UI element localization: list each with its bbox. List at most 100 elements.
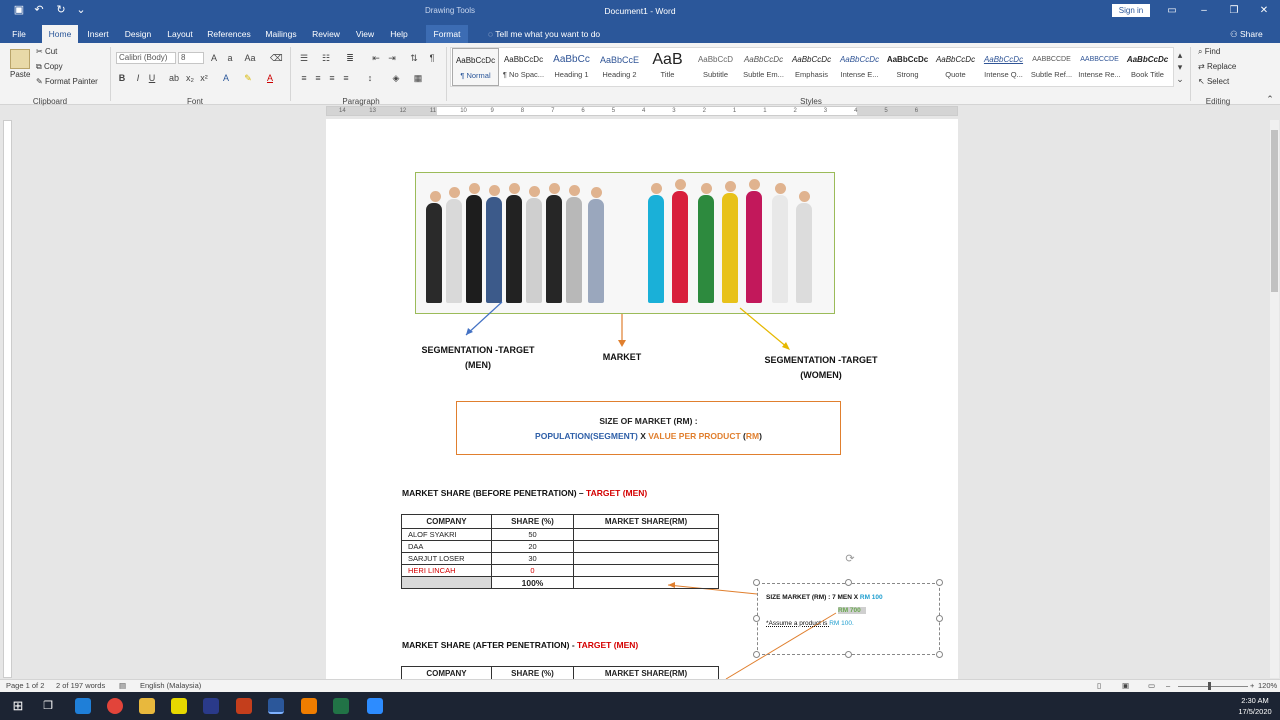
vlc-icon[interactable] [301,698,317,714]
task-view-icon[interactable]: ❐ [40,698,56,714]
table-row[interactable]: DAA 20 [401,540,719,553]
share-cell[interactable]: 20 [491,540,574,553]
collapse-ribbon-icon[interactable]: ⌃ [1264,93,1276,105]
ribbon-display-icon[interactable]: ▭ [1164,3,1180,19]
shrink-font-icon[interactable]: a [224,52,236,64]
gallery-down-icon[interactable]: ▾ [1174,61,1186,73]
market-share-after-table[interactable]: COMPANY SHARE (%) MARKET SHARE(RM) [401,666,719,679]
style-intense-reference[interactable]: AABBCCDE Intense Re... [1076,48,1123,86]
style-subtle-reference[interactable]: AABBCCDE Subtle Ref... [1028,48,1075,86]
company-cell[interactable]: HERI LINCAH [401,564,492,577]
market-share-table[interactable]: COMPANY SHARE (%) MARKET SHARE(RM) ALOF … [401,514,719,589]
pilcrow-icon[interactable]: ¶ [426,52,438,64]
resize-handle[interactable] [845,579,852,586]
multilevel-list-icon[interactable]: ≣ [344,52,356,64]
table-total-row[interactable]: 100% [401,576,719,589]
style-quote[interactable]: AaBbCcDc Quote [932,48,979,86]
tab-layout[interactable]: Layout [162,25,198,43]
tab-insert[interactable]: Insert [82,25,114,43]
justify-icon[interactable]: ≡ [340,72,352,84]
find-button[interactable]: ⌕ Find [1198,46,1220,58]
resize-handle[interactable] [936,615,943,622]
zoom-in-icon[interactable]: + [1250,680,1254,692]
table-row[interactable]: ALOF SYAKRI 50 [401,528,719,541]
style-book-title[interactable]: AaBbCcDc Book Title [1124,48,1171,86]
change-case-icon[interactable]: Aa [244,52,256,64]
market-share-cell[interactable] [573,552,719,565]
replace-button[interactable]: ⇄ Replace [1198,61,1236,73]
line-spacing-icon[interactable]: ↕ [364,72,376,84]
style-strong[interactable]: AaBbCcDc Strong [884,48,931,86]
align-center-icon[interactable]: ≡ [312,72,324,84]
web-layout-icon[interactable]: ▭ [1148,680,1155,692]
style-heading-2[interactable]: AaBbCcE Heading 2 [596,48,643,86]
text-effects-icon[interactable]: A [220,72,232,84]
gallery-more-icon[interactable]: ⌄ [1174,73,1186,85]
style-intense-emphasis[interactable]: AaBbCcDc Intense E... [836,48,883,86]
total-share-cell[interactable]: 100% [491,576,574,589]
tell-me-search[interactable]: ◌ Tell me what you want to do [488,25,600,43]
resize-handle[interactable] [753,579,760,586]
tab-help[interactable]: Help [386,25,412,43]
paste-button[interactable]: Paste [10,69,30,81]
customize-toolbar-icon[interactable]: ⌄ [74,3,88,17]
font-name-box[interactable]: Calibri (Body) [116,52,176,64]
vertical-ruler[interactable] [3,120,12,678]
align-right-icon[interactable]: ≡ [326,72,338,84]
zoom-slider-thumb[interactable] [1208,682,1211,690]
gallery-up-icon[interactable]: ▴ [1174,49,1186,61]
style-emphasis[interactable]: AaBbCcDc Emphasis [788,48,835,86]
excel-icon[interactable] [333,698,349,714]
share-cell[interactable]: 0 [491,564,574,577]
style-subtle-emphasis[interactable]: AaBbCcDc Subtle Em... [740,48,787,86]
document-page[interactable]: SEGMENTATION -TARGET (MEN) MARKET SEGMEN… [326,119,958,679]
tab-file[interactable]: File [6,25,32,43]
company-cell[interactable]: SARJUT LOSER [401,552,492,565]
share-button[interactable]: ⚇ Share [1230,25,1263,43]
strikethrough-icon[interactable]: ab [168,72,180,84]
save-icon[interactable]: ▣ [12,3,26,17]
grow-font-icon[interactable]: A [208,52,220,64]
tab-review[interactable]: Review [308,25,344,43]
font-color-icon[interactable]: A [264,72,276,84]
cut-button[interactable]: ✂ Cut [36,46,57,58]
share-cell[interactable]: 50 [491,528,574,541]
clear-formatting-icon[interactable]: ⌫ [270,52,283,64]
minimize-icon[interactable]: – [1196,3,1212,19]
notes-app-icon[interactable] [171,698,187,714]
total-market-share-cell[interactable] [573,576,719,589]
word-count[interactable]: 2 of 197 words [56,680,105,692]
language[interactable]: English (Malaysia) [140,680,201,692]
market-share-cell[interactable] [573,540,719,553]
word-icon[interactable] [268,698,284,714]
resize-handle[interactable] [753,615,760,622]
table-row[interactable]: SARJUT LOSER 30 [401,552,719,565]
windows-start-icon[interactable]: ⊞ [10,698,26,714]
tab-mailings[interactable]: Mailings [260,25,302,43]
style-normal[interactable]: AaBbCcDc ¶ Normal [452,48,499,86]
underline-icon[interactable]: U [146,72,158,84]
redo-icon[interactable]: ↻ [54,3,68,17]
powerpoint-icon[interactable] [236,698,252,714]
file-explorer-icon[interactable] [139,698,155,714]
share-cell[interactable]: 30 [491,552,574,565]
style-subtitle[interactable]: AaBbCcD Subtitle [692,48,739,86]
tab-format[interactable]: Format [426,25,468,43]
page-count[interactable]: Page 1 of 2 [6,680,44,692]
style-title[interactable]: AaB Title [644,48,691,86]
numbering-icon[interactable]: ☷ [320,52,332,64]
sort-icon[interactable]: ⇅ [408,52,420,64]
total-label-cell[interactable] [401,576,492,589]
scrollbar-thumb[interactable] [1271,130,1278,292]
tab-home[interactable]: Home [42,25,78,43]
resize-handle[interactable] [845,651,852,658]
borders-icon[interactable]: ▦ [412,72,424,84]
proofing-icon[interactable]: ▤ [119,680,126,692]
close-icon[interactable]: ✕ [1256,3,1272,19]
shading-icon[interactable]: ◈ [390,72,402,84]
zoom-out-icon[interactable]: – [1166,680,1170,692]
tab-references[interactable]: References [204,25,254,43]
resize-handle[interactable] [936,579,943,586]
resize-handle[interactable] [936,651,943,658]
tab-design[interactable]: Design [120,25,156,43]
